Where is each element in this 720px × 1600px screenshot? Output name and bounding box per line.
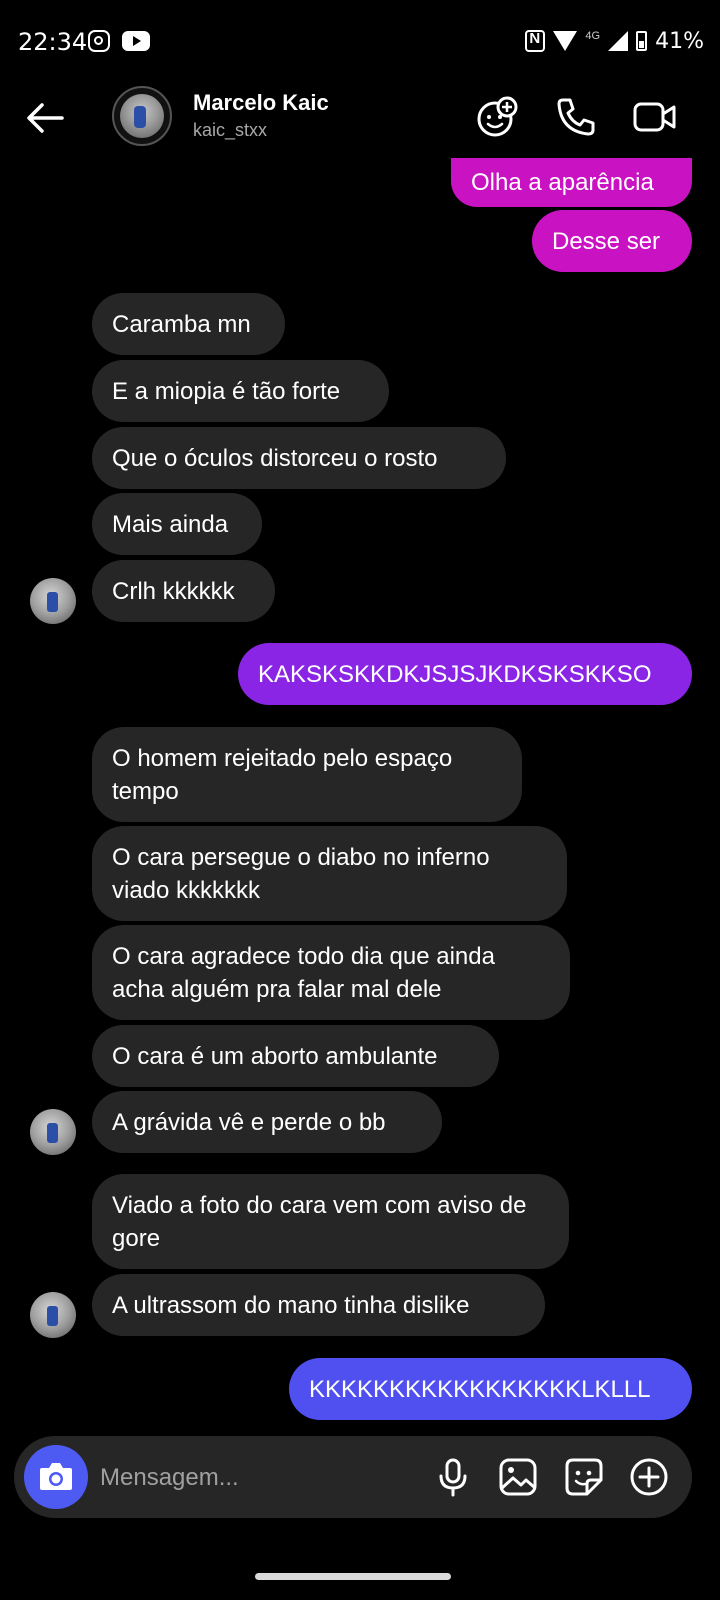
effects-button[interactable] bbox=[474, 94, 520, 140]
message-bubble-sent[interactable]: Olha a aparência bbox=[451, 158, 692, 207]
arrow-left-icon bbox=[27, 103, 64, 133]
camera-icon bbox=[40, 1463, 72, 1490]
battery-level: 41% bbox=[655, 28, 704, 54]
sticker-icon bbox=[565, 1458, 603, 1496]
instagram-notification-icon bbox=[88, 30, 110, 52]
message-text: O cara agradece todo dia que ainda acha … bbox=[112, 942, 495, 1003]
message-bubble-received[interactable]: O cara persegue o diabo no inferno viado… bbox=[92, 826, 567, 921]
contact-avatar[interactable] bbox=[112, 86, 172, 146]
message-text: O cara persegue o diabo no inferno viado… bbox=[112, 843, 490, 904]
home-indicator[interactable] bbox=[255, 1573, 451, 1580]
message-bubble-received[interactable]: Que o óculos distorceu o rosto bbox=[92, 427, 506, 489]
message-bubble-sent[interactable]: KAKSKSKKDKJSJSJKDKSKSKKSO bbox=[238, 643, 692, 705]
contact-username[interactable]: kaic_stxx bbox=[193, 120, 267, 141]
message-text: A grávida vê e perde o bb bbox=[112, 1108, 386, 1136]
message-text: O cara é um aborto ambulante bbox=[112, 1042, 438, 1070]
camera-button[interactable] bbox=[24, 1445, 88, 1509]
message-bubble-received[interactable]: Caramba mn bbox=[92, 293, 285, 355]
sender-avatar[interactable] bbox=[30, 578, 76, 624]
message-text: Viado a foto do cara vem com aviso de go… bbox=[112, 1191, 527, 1252]
microphone-icon bbox=[439, 1458, 467, 1497]
status-icons: 4G 41% bbox=[525, 26, 704, 56]
message-bubble-received[interactable]: O cara é um aborto ambulante bbox=[92, 1025, 499, 1087]
voice-message-button[interactable] bbox=[432, 1456, 474, 1498]
message-text: KKKKKKKKKKKKKKKKKLKLLL bbox=[309, 1375, 651, 1403]
video-call-button[interactable] bbox=[632, 94, 678, 140]
message-text: O homem rejeitado pelo espaço tempo bbox=[112, 744, 453, 805]
phone-icon bbox=[557, 98, 595, 136]
message-text: Crlh kkkkkk bbox=[112, 577, 235, 605]
message-text: A ultrassom do mano tinha dislike bbox=[112, 1291, 470, 1319]
status-bar: 22:34 4G 41% bbox=[0, 0, 720, 84]
message-text: Que o óculos distorceu o rosto bbox=[112, 444, 438, 472]
message-bubble-received[interactable]: O homem rejeitado pelo espaço tempo bbox=[92, 727, 522, 822]
message-input[interactable] bbox=[98, 1458, 402, 1498]
back-button[interactable] bbox=[24, 96, 68, 140]
message-text: Caramba mn bbox=[112, 310, 251, 338]
gallery-button[interactable] bbox=[497, 1456, 539, 1498]
more-options-button[interactable] bbox=[628, 1456, 670, 1498]
youtube-notification-icon bbox=[122, 31, 150, 51]
message-text: KAKSKSKKDKJSJSJKDKSKSKKSO bbox=[258, 660, 652, 688]
image-icon bbox=[499, 1458, 537, 1496]
message-text: Olha a aparência bbox=[471, 169, 654, 196]
battery-icon bbox=[636, 31, 648, 51]
message-bubble-received[interactable]: Viado a foto do cara vem com aviso de go… bbox=[92, 1174, 569, 1269]
sender-avatar[interactable] bbox=[30, 1109, 76, 1155]
message-bubble-received[interactable]: Mais ainda bbox=[92, 493, 262, 555]
video-camera-icon bbox=[633, 102, 676, 132]
chat-header: Marcelo Kaic kaic_stxx bbox=[0, 84, 720, 158]
message-text: E a miopia é tão forte bbox=[112, 377, 341, 405]
message-bubble-received[interactable]: A grávida vê e perde o bb bbox=[92, 1091, 442, 1153]
message-bubble-received[interactable]: A ultrassom do mano tinha dislike bbox=[92, 1274, 545, 1336]
message-text: Mais ainda bbox=[112, 510, 229, 538]
sender-avatar[interactable] bbox=[30, 1292, 76, 1338]
wifi-icon bbox=[553, 31, 578, 51]
message-bubble-sent[interactable]: KKKKKKKKKKKKKKKKKLKLLL bbox=[289, 1358, 692, 1420]
plus-circle-icon bbox=[630, 1458, 668, 1496]
network-type: 4G bbox=[585, 30, 601, 42]
message-composer bbox=[14, 1436, 692, 1518]
voice-call-button[interactable] bbox=[553, 94, 599, 140]
status-time: 22:34 bbox=[18, 28, 88, 56]
message-bubble-sent[interactable]: Desse ser bbox=[532, 210, 692, 272]
nfc-icon bbox=[525, 30, 546, 52]
smiley-plus-icon bbox=[477, 96, 518, 137]
message-text: Desse ser bbox=[552, 227, 661, 255]
message-bubble-received[interactable]: Crlh kkkkkk bbox=[92, 560, 275, 622]
message-bubble-received[interactable]: E a miopia é tão forte bbox=[92, 360, 389, 422]
signal-icon bbox=[608, 31, 629, 51]
message-bubble-received[interactable]: O cara agradece todo dia que ainda acha … bbox=[92, 925, 570, 1020]
contact-name[interactable]: Marcelo Kaic bbox=[193, 90, 329, 116]
sticker-button[interactable] bbox=[563, 1456, 605, 1498]
